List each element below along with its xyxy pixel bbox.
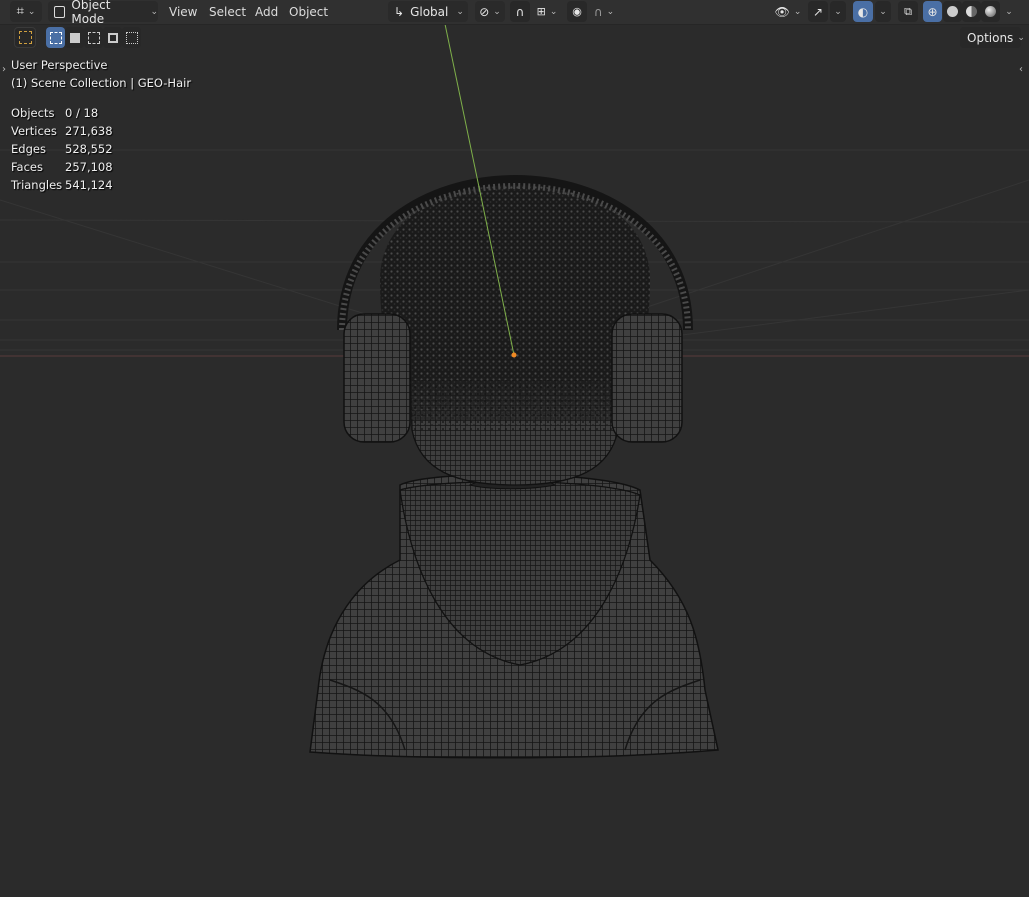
- select-extend-icon: [69, 32, 80, 43]
- hair-particles[interactable]: [380, 182, 650, 431]
- menu-object[interactable]: Object: [289, 0, 328, 24]
- chevron-down-icon: ⌄: [1005, 6, 1013, 17]
- tool-settings-row: Options ⌄: [0, 24, 1029, 50]
- xray-icon: ⧉: [904, 4, 912, 18]
- collection-info: (1) Scene Collection | GEO-Hair: [11, 76, 192, 90]
- visibility-button[interactable]: 👁 ⌄: [772, 1, 804, 22]
- select-mode-subtract[interactable]: [84, 27, 103, 48]
- gizmo-toggle[interactable]: ↗: [808, 1, 828, 22]
- select-invert-icon: [107, 32, 118, 43]
- mode-dropdown[interactable]: Object Mode ⌄: [48, 0, 158, 26]
- select-intersect-icon: [125, 31, 138, 44]
- chevron-down-icon: ⌄: [549, 6, 558, 17]
- shading-material-button[interactable]: [962, 1, 981, 22]
- object-origin-dot[interactable]: [511, 352, 517, 358]
- stat-row: Faces 257,108: [11, 158, 113, 176]
- toolbar-expand-arrow[interactable]: ›: [2, 64, 6, 75]
- options-label: Options: [967, 30, 1014, 45]
- solid-sphere-icon: [947, 6, 958, 17]
- stat-value: 0 / 18: [65, 106, 99, 120]
- stat-row: Vertices 271,638: [11, 122, 113, 140]
- chevron-down-icon: ⌄: [606, 6, 615, 17]
- pivot-icon: ⊘: [479, 4, 490, 19]
- orientation-icon: ↳: [394, 4, 405, 19]
- shading-dropdown[interactable]: ⌄: [1001, 1, 1017, 22]
- select-new-icon: [49, 31, 62, 44]
- view-name: User Perspective: [11, 58, 108, 72]
- stat-label: Vertices: [11, 124, 57, 138]
- select-mode-invert[interactable]: [103, 27, 122, 48]
- snap-target-button[interactable]: ⊞ ⌄: [532, 1, 562, 22]
- select-box-icon: [18, 31, 32, 44]
- material-sphere-icon: [966, 6, 977, 17]
- shading-rendered-button[interactable]: [981, 1, 1000, 22]
- menu-select[interactable]: Select: [209, 0, 246, 24]
- gizmo-dropdown[interactable]: ⌄: [830, 1, 846, 22]
- chevron-down-icon: ⌄: [150, 6, 158, 17]
- chevron-down-icon: ⌄: [793, 6, 802, 17]
- shading-solid-button[interactable]: [943, 1, 962, 22]
- scene-statistics: Objects 0 / 18 Vertices 271,638 Edges 528,5…: [11, 104, 113, 194]
- magnet-icon: ∩: [515, 4, 525, 19]
- proportional-edit-toggle[interactable]: ◉: [567, 1, 587, 22]
- menu-add[interactable]: Add: [255, 0, 278, 24]
- select-mode-extend[interactable]: [65, 27, 84, 48]
- chevron-down-icon: ⌄: [834, 6, 842, 17]
- object-mode-icon: [54, 5, 66, 18]
- options-dropdown[interactable]: Options ⌄: [960, 27, 1025, 48]
- shading-wireframe-button[interactable]: ⊕: [923, 1, 942, 22]
- select-subtract-icon: [87, 31, 100, 44]
- transform-axes-icon: ⌗: [16, 4, 24, 19]
- stat-label: Objects: [11, 106, 55, 120]
- orientation-dropdown[interactable]: ↳ Global ⌄: [388, 1, 468, 22]
- stat-row: Objects 0 / 18: [11, 104, 113, 122]
- hoodie-mesh[interactable]: [309, 473, 719, 759]
- overlays-icon: ◐: [857, 4, 869, 19]
- viewport-header: ⌗ ⌄ Object Mode ⌄ View Select Add Object …: [0, 0, 1029, 26]
- stat-value: 257,108: [65, 160, 113, 174]
- stat-label: Triangles: [11, 178, 63, 192]
- menu-view[interactable]: View: [169, 0, 197, 24]
- active-tool-button[interactable]: [14, 27, 36, 48]
- viewport-canvas[interactable]: [0, 24, 1029, 897]
- pivot-point-button[interactable]: ⊘ ⌄: [475, 1, 505, 22]
- wireframe-sphere-icon: ⊕: [927, 4, 938, 19]
- gizmo-icon: ↗: [812, 4, 824, 19]
- xray-toggle[interactable]: ⧉: [898, 1, 918, 22]
- editor-type-button[interactable]: ⌗ ⌄: [10, 1, 42, 22]
- select-mode-new[interactable]: [46, 27, 65, 48]
- proportional-edit-icon: ◉: [572, 5, 582, 18]
- select-mode-intersect[interactable]: [122, 27, 141, 48]
- chevron-down-icon: ⌄: [879, 6, 887, 17]
- stat-row: Triangles 541,124: [11, 176, 113, 194]
- snap-increment-icon: ⊞: [536, 5, 546, 18]
- sidebar-expand-arrow[interactable]: ‹: [1019, 64, 1023, 75]
- stat-value: 528,552: [65, 142, 113, 156]
- 3d-viewport[interactable]: [0, 24, 1029, 897]
- rendered-sphere-icon: [985, 6, 996, 17]
- orientation-label: Global: [410, 4, 449, 19]
- snap-toggle[interactable]: ∩: [510, 1, 530, 22]
- stat-row: Edges 528,552: [11, 140, 113, 158]
- falloff-button[interactable]: ∩ ⌄: [590, 1, 618, 22]
- chevron-down-icon: ⌄: [27, 6, 36, 17]
- stat-label: Edges: [11, 142, 46, 156]
- eye-icon: 👁: [774, 4, 790, 19]
- mode-label: Object Mode: [71, 0, 111, 26]
- overlays-dropdown[interactable]: ⌄: [875, 1, 891, 22]
- falloff-curve-icon: ∩: [593, 4, 603, 19]
- stat-value: 271,638: [65, 124, 113, 138]
- chevron-down-icon: ⌄: [493, 6, 501, 17]
- stat-value: 541,124: [65, 178, 113, 192]
- chevron-down-icon: ⌄: [1017, 32, 1025, 43]
- stat-label: Faces: [11, 160, 43, 174]
- overlays-toggle[interactable]: ◐: [853, 1, 873, 22]
- chevron-down-icon: ⌄: [456, 6, 464, 17]
